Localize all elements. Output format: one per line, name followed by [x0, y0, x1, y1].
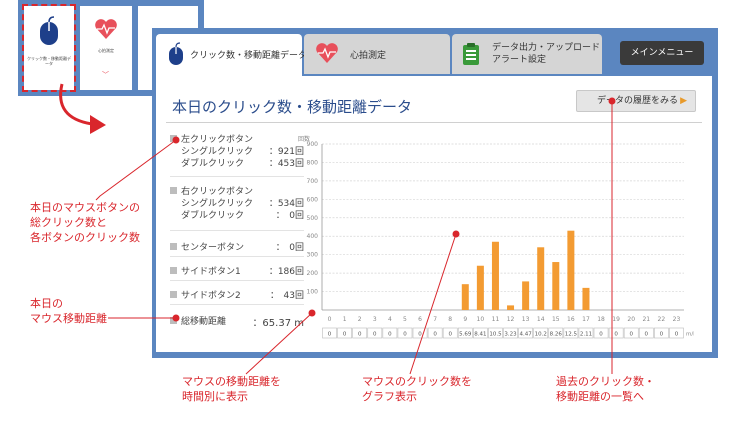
annotation-leaders — [95, 97, 616, 375]
annotation-distance-hourly: マウスの移動距離を 時間別に表示 — [182, 375, 281, 403]
annotation-history: 過去のクリック数・ 移動距離の一覧へ — [556, 375, 655, 403]
annotation-click-graph: マウスのクリック数を グラフ表示 — [362, 375, 472, 403]
